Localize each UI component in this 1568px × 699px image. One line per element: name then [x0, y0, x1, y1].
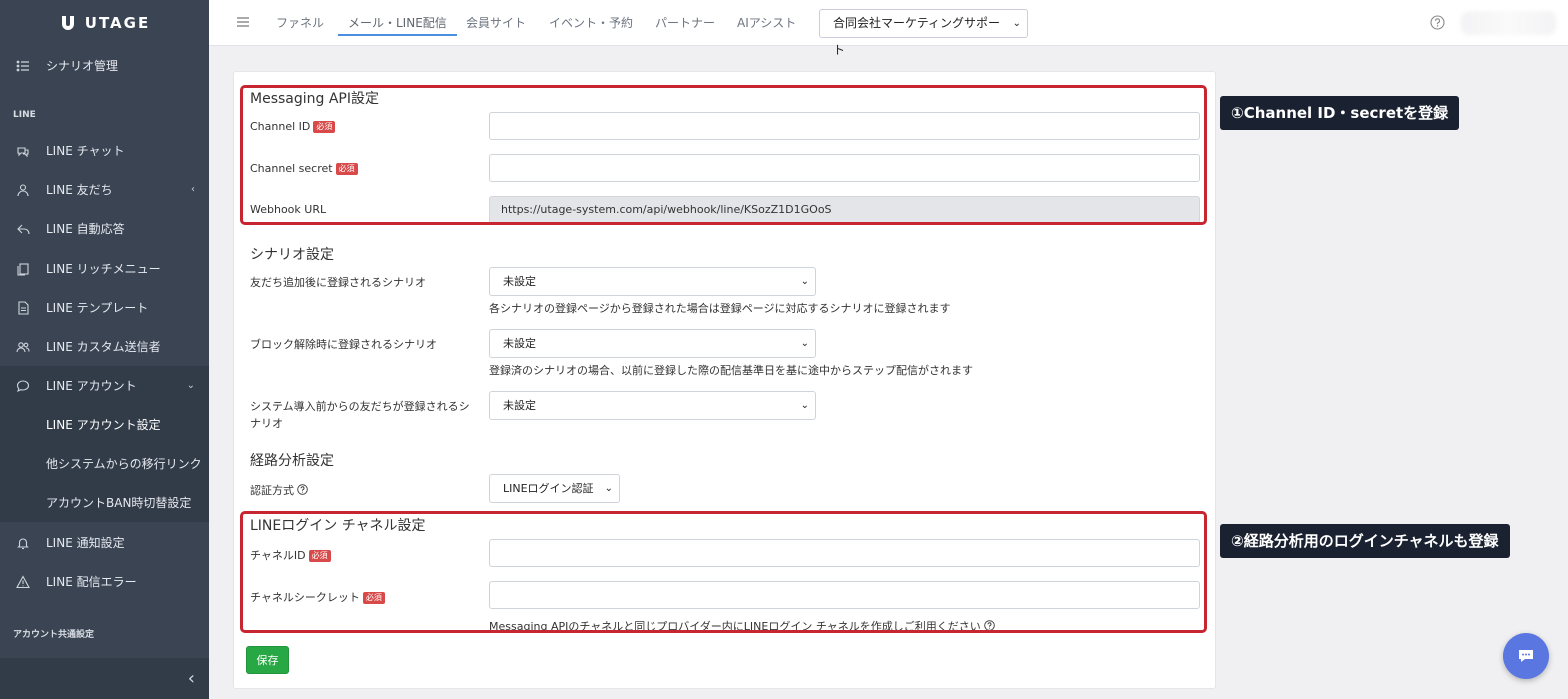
account-select-value: 合同会社マーケティングサポート	[833, 16, 1001, 57]
sidebar-item-label: LINE アカウント	[46, 379, 137, 393]
sidebar-footer: ‹	[0, 658, 209, 699]
sidebar-item-label: LINE リッチメニュー	[46, 262, 161, 276]
pre-system-scenario-label: システム導入前からの友だちが登録されるシ ナリオ	[250, 398, 470, 432]
auth-method-label: 認証方式	[250, 482, 308, 498]
sidebar-item-line-custom-sender[interactable]: LINE カスタム送信者	[0, 327, 209, 366]
sidebar-item-label: LINE アカウント設定	[46, 418, 161, 432]
route-analysis-heading: 経路分析設定	[250, 453, 334, 469]
chevron-down-icon: ⌄	[1012, 18, 1021, 29]
scenario-heading: シナリオ設定	[250, 247, 334, 263]
sidebar-item-scenario[interactable]: シナリオ管理	[0, 46, 209, 85]
chat-support-button[interactable]	[1503, 633, 1549, 679]
sidebar-item-label: LINE 自動応答	[46, 222, 125, 236]
question-circle-icon[interactable]	[297, 484, 308, 495]
chevron-down-icon: ⌄	[800, 400, 809, 411]
file-icon	[16, 300, 30, 315]
chevron-down-icon: ⌄	[800, 276, 809, 287]
sidebar-item-ban-switch[interactable]: アカウントBAN時切替設定	[0, 483, 209, 522]
auth-method-label-text: 認証方式	[250, 484, 294, 497]
tab-funnel[interactable]: ファネル	[276, 0, 324, 36]
sidebar-item-label: 他システムからの移行リンク	[46, 457, 202, 471]
pre-system-label-line1: システム導入前からの友だちが登録されるシ	[250, 400, 470, 413]
chat-icon	[16, 144, 30, 158]
sidebar-item-label: LINE 通知設定	[46, 536, 125, 550]
chat-bubble-icon	[1519, 650, 1533, 662]
highlight-box-login-channel	[240, 511, 1207, 633]
sidebar-item-line-account-settings[interactable]: LINE アカウント設定	[0, 405, 209, 444]
unblock-scenario-label: ブロック解除時に登録されるシナリオ	[250, 338, 437, 351]
bell-icon	[16, 536, 30, 550]
tab-ai-assist[interactable]: AIアシスト	[737, 0, 796, 36]
sidebar-item-line-notification[interactable]: LINE 通知設定	[0, 523, 209, 562]
sidebar-item-line-template[interactable]: LINE テンプレート	[0, 288, 209, 327]
sidebar-item-label: LINE チャット	[46, 144, 125, 158]
brand-name: UTAGE	[84, 14, 151, 32]
sidebar-item-line-friends[interactable]: LINE 友だち ‹	[0, 170, 209, 209]
sidebar-item-label: LINE 友だち	[46, 183, 113, 197]
account-select[interactable]: 合同会社マーケティングサポート ⌄	[819, 9, 1028, 57]
callout-register-channel: ①Channel ID・secretを登録	[1220, 96, 1460, 130]
callout-register-login-channel: ②経路分析用のログインチャネルも登録	[1220, 524, 1510, 558]
sidebar-item-line-richmenu[interactable]: LINE リッチメニュー	[0, 249, 209, 288]
utage-logo-icon	[61, 16, 74, 30]
user-menu-blurred[interactable]	[1461, 11, 1556, 35]
pre-system-scenario-value: 未設定	[503, 399, 536, 412]
unblock-scenario-select[interactable]: 未設定 ⌄	[489, 329, 816, 358]
chevron-left-icon: ‹	[191, 184, 195, 195]
unblock-scenario-value: 未設定	[503, 337, 536, 350]
auth-method-value: LINEログイン認証	[503, 482, 594, 495]
hamburger-menu-icon[interactable]	[236, 15, 250, 29]
sidebar-item-label: LINE テンプレート	[46, 301, 149, 315]
sidebar-item-line-account[interactable]: LINE アカウント ⌄	[0, 366, 209, 405]
user-icon	[16, 183, 30, 197]
unblock-scenario-hint: 登録済のシナリオの場合、以前に登録した際の配信基準日を基に途中からステップ配信が…	[489, 364, 973, 377]
chevron-down-icon: ⌄	[604, 483, 613, 494]
warning-icon	[16, 574, 30, 589]
chevron-down-icon: ⌄	[186, 380, 195, 391]
sidebar-item-migration-link[interactable]: 他システムからの移行リンク	[0, 444, 209, 483]
speech-icon	[16, 379, 30, 393]
friend-add-scenario-value: 未設定	[503, 275, 536, 288]
copy-icon	[16, 262, 30, 276]
pre-system-scenario-select[interactable]: 未設定 ⌄	[489, 391, 816, 420]
chevron-down-icon: ⌄	[800, 338, 809, 349]
reply-icon	[16, 222, 30, 236]
pre-system-label-line2: ナリオ	[250, 417, 283, 430]
top-navigation: ファネル メール・LINE配信 会員サイト イベント・予約 パートナー AIアシ…	[209, 0, 1568, 57]
tab-mail-line[interactable]: メール・LINE配信	[338, 0, 457, 36]
list-icon	[16, 59, 30, 73]
sidebar-item-label: LINE カスタム送信者	[46, 340, 161, 354]
collapse-sidebar-icon[interactable]: ‹	[188, 668, 195, 689]
friend-add-scenario-hint: 各シナリオの登録ページから登録された場合は登録ページに対応するシナリオに登録され…	[489, 302, 951, 315]
friend-add-scenario-select[interactable]: 未設定 ⌄	[489, 267, 816, 296]
sidebar-item-line-chat[interactable]: LINE チャット	[0, 131, 209, 170]
sidebar-item-line-delivery-error[interactable]: LINE 配信エラー	[0, 562, 209, 601]
sidebar-item-label: LINE 配信エラー	[46, 575, 137, 589]
highlight-box-messaging	[240, 85, 1207, 225]
tab-event[interactable]: イベント・予約	[549, 0, 633, 36]
auth-method-select[interactable]: LINEログイン認証 ⌄	[489, 474, 620, 503]
friend-add-scenario-label: 友だち追加後に登録されるシナリオ	[250, 276, 426, 289]
sidebar-item-line-autoreply[interactable]: LINE 自動応答	[0, 209, 209, 248]
sidebar-item-label: アカウントBAN時切替設定	[46, 496, 192, 510]
tab-member-site[interactable]: 会員サイト	[466, 0, 526, 36]
section-label-common: アカウント共通設定	[13, 630, 95, 640]
save-button[interactable]: 保存	[246, 646, 289, 674]
sidebar-item-label: シナリオ管理	[46, 59, 119, 73]
help-icon[interactable]	[1430, 15, 1445, 30]
sidebar: UTAGE シナリオ管理 LINE LINE チャット LINE 友だち ‹ L…	[0, 0, 209, 699]
brand-logo[interactable]: UTAGE	[0, 0, 209, 46]
users-icon	[16, 340, 30, 354]
section-label-line: LINE	[13, 110, 36, 120]
tab-partner[interactable]: パートナー	[655, 0, 715, 36]
